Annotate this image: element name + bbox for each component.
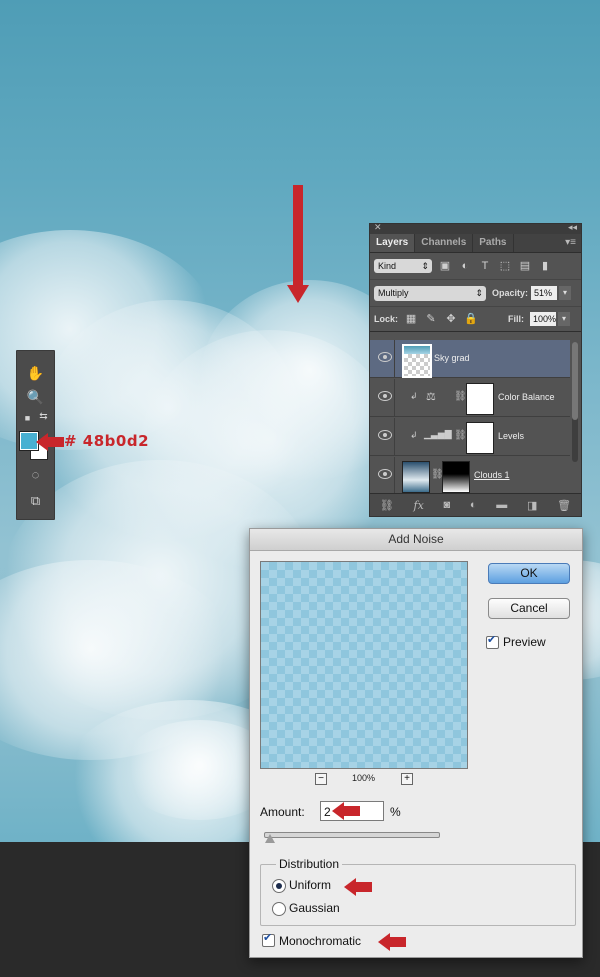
layer-mask-thumbnail <box>466 383 494 415</box>
layer-row-levels[interactable]: ↲ ▁▃▅▇ ⛓ Levels <box>370 418 570 456</box>
tab-layers[interactable]: Layers <box>370 234 416 252</box>
link-chain-icon[interactable]: ⛓ <box>454 391 467 402</box>
blend-mode-select[interactable]: Multiply <box>374 285 486 301</box>
layer-style-fx-icon[interactable]: fx <box>414 499 424 512</box>
zoom-out-button[interactable]: − <box>315 773 327 785</box>
type-filter-icon[interactable]: T <box>478 260 492 272</box>
opacity-input[interactable]: 51% <box>531 286 558 300</box>
layer-thumbnail <box>402 344 432 378</box>
shape-filter-icon[interactable]: ⬚ <box>498 260 512 272</box>
panel-menu-icon[interactable]: ▾≡ <box>565 234 581 252</box>
panel-tabs: Layers Channels Paths ▾≡ <box>370 234 581 253</box>
pixel-filter-icon[interactable]: ▣ <box>438 260 452 272</box>
clipping-arrow-icon: ↲ <box>410 391 418 401</box>
preview-label: Preview <box>503 635 546 649</box>
visibility-eye-icon[interactable] <box>378 430 392 440</box>
noise-preview[interactable] <box>260 561 468 769</box>
visibility-eye-icon[interactable] <box>378 391 392 401</box>
layer-thumbnail <box>402 461 430 493</box>
close-icon[interactable]: ✕ <box>374 222 382 233</box>
layer-mask-thumbnail <box>466 422 494 454</box>
kind-filter-label: Kind <box>378 261 397 271</box>
annotation-left-arrow <box>378 933 406 951</box>
lock-label: Lock: <box>374 314 399 324</box>
monochromatic-checkbox[interactable] <box>262 931 275 947</box>
ok-button[interactable]: OK <box>488 563 570 584</box>
annotation-left-arrow <box>344 878 372 896</box>
lock-transparent-icon[interactable]: ▦ <box>404 313 418 325</box>
new-layer-icon[interactable]: ◨ <box>527 499 537 512</box>
amount-label: Amount: <box>260 805 305 819</box>
uniform-label: Uniform <box>289 878 332 892</box>
amount-slider-track[interactable] <box>264 832 440 838</box>
uniform-radio[interactable] <box>272 879 286 893</box>
lock-row: Lock: ▦ ✎ ✥ 🔒 Fill: 100% ▾ <box>370 307 581 332</box>
distribution-label: Distribution <box>276 857 343 871</box>
kind-filter-select[interactable]: Kind <box>374 259 432 273</box>
monochromatic-label: Monochromatic <box>279 934 362 948</box>
filter-toggle-icon[interactable]: ▮ <box>538 260 552 272</box>
collapse-icon[interactable]: ◂◂ <box>568 222 577 233</box>
gaussian-label: Gaussian <box>289 901 340 915</box>
layers-panel: ✕ ◂◂ Layers Channels Paths ▾≡ Kind ▣ ◐ T… <box>369 222 582 517</box>
layers-scrollbar[interactable] <box>572 342 578 462</box>
smartobject-filter-icon[interactable]: ▤ <box>518 260 532 272</box>
layer-row-clouds-1[interactable]: ⛓ Clouds 1 <box>370 457 570 495</box>
color-balance-icon: ⚖ <box>426 391 436 403</box>
amount-slider-thumb[interactable] <box>265 834 275 843</box>
layer-name: Clouds 1 <box>474 470 510 480</box>
layer-name: Color Balance <box>498 392 555 402</box>
tab-paths[interactable]: Paths <box>473 234 514 252</box>
lock-position-icon[interactable]: ✥ <box>444 313 458 325</box>
annotation-left-arrow <box>332 802 360 820</box>
color-hex-annotation: # 48b0d2 <box>64 432 150 450</box>
clipping-arrow-icon: ↲ <box>410 430 418 440</box>
screen-mode-icon[interactable]: ⧉ <box>17 493 54 509</box>
photoshop-workspace: ✋ 🔍 ■ ⇆ ◌ ⧉ # 48b0d2 ✕ ◂◂ Layers Channel… <box>0 0 600 977</box>
add-noise-dialog: Add Noise − 100% + OK Cancel Preview Amo… <box>249 528 583 958</box>
swap-colors-icon[interactable]: ⇆ <box>25 411 62 422</box>
opacity-label: Opacity: <box>492 288 529 298</box>
zoom-in-button[interactable]: + <box>401 773 413 785</box>
blend-mode-label: Multiply <box>378 287 409 298</box>
layer-row-sky-grad[interactable]: Sky grad <box>370 340 570 378</box>
add-mask-icon[interactable]: ◙ <box>444 499 451 511</box>
layer-name: Sky grad <box>434 353 470 363</box>
filter-row: Kind ▣ ◐ T ⬚ ▤ ▮ <box>370 253 581 280</box>
lock-image-icon[interactable]: ✎ <box>424 313 438 325</box>
new-group-icon[interactable]: ▬ <box>496 499 507 511</box>
trash-icon[interactable]: 🗑 <box>557 499 571 512</box>
dialog-title: Add Noise <box>250 529 582 551</box>
lock-all-icon[interactable]: 🔒 <box>464 313 478 325</box>
adjustment-filter-icon[interactable]: ◐ <box>458 260 472 272</box>
new-adjustment-icon[interactable]: ◐ <box>470 499 477 511</box>
amount-unit: % <box>390 805 401 819</box>
layers-bottom-bar: ⛓ fx ◙ ◐ ▬ ◨ 🗑 <box>370 493 581 516</box>
zoom-icon[interactable]: 🔍 <box>17 389 54 406</box>
preview-checkbox[interactable] <box>486 633 499 649</box>
blend-row: Multiply Opacity: 51% ▾ <box>370 280 581 307</box>
panel-topbar: ✕ ◂◂ <box>370 222 581 234</box>
fill-label: Fill: <box>508 314 525 324</box>
layer-row-color-balance[interactable]: ↲ ⚖ ⛓ Color Balance <box>370 379 570 417</box>
fill-dropdown-icon[interactable]: ▾ <box>558 312 571 326</box>
opacity-dropdown-icon[interactable]: ▾ <box>559 286 572 300</box>
distribution-group <box>260 864 576 926</box>
annotation-down-arrow <box>287 185 309 303</box>
zoom-level: 100% <box>352 773 376 783</box>
link-chain-icon[interactable]: ⛓ <box>454 430 467 441</box>
gaussian-radio[interactable] <box>272 902 286 916</box>
layer-name: Levels <box>498 431 525 441</box>
tab-channels[interactable]: Channels <box>415 234 474 252</box>
layer-mask-thumbnail <box>442 461 470 493</box>
hand-icon[interactable]: ✋ <box>17 365 54 382</box>
link-layers-icon[interactable]: ⛓ <box>380 499 394 512</box>
fill-input[interactable]: 100% <box>530 312 556 326</box>
levels-histogram-icon: ▁▃▅▇ <box>424 429 452 439</box>
quick-mask-icon[interactable]: ◌ <box>17 467 54 482</box>
visibility-eye-icon[interactable] <box>378 352 392 362</box>
cancel-button[interactable]: Cancel <box>488 598 570 619</box>
annotation-left-arrow <box>36 433 64 451</box>
visibility-eye-icon[interactable] <box>378 469 392 479</box>
